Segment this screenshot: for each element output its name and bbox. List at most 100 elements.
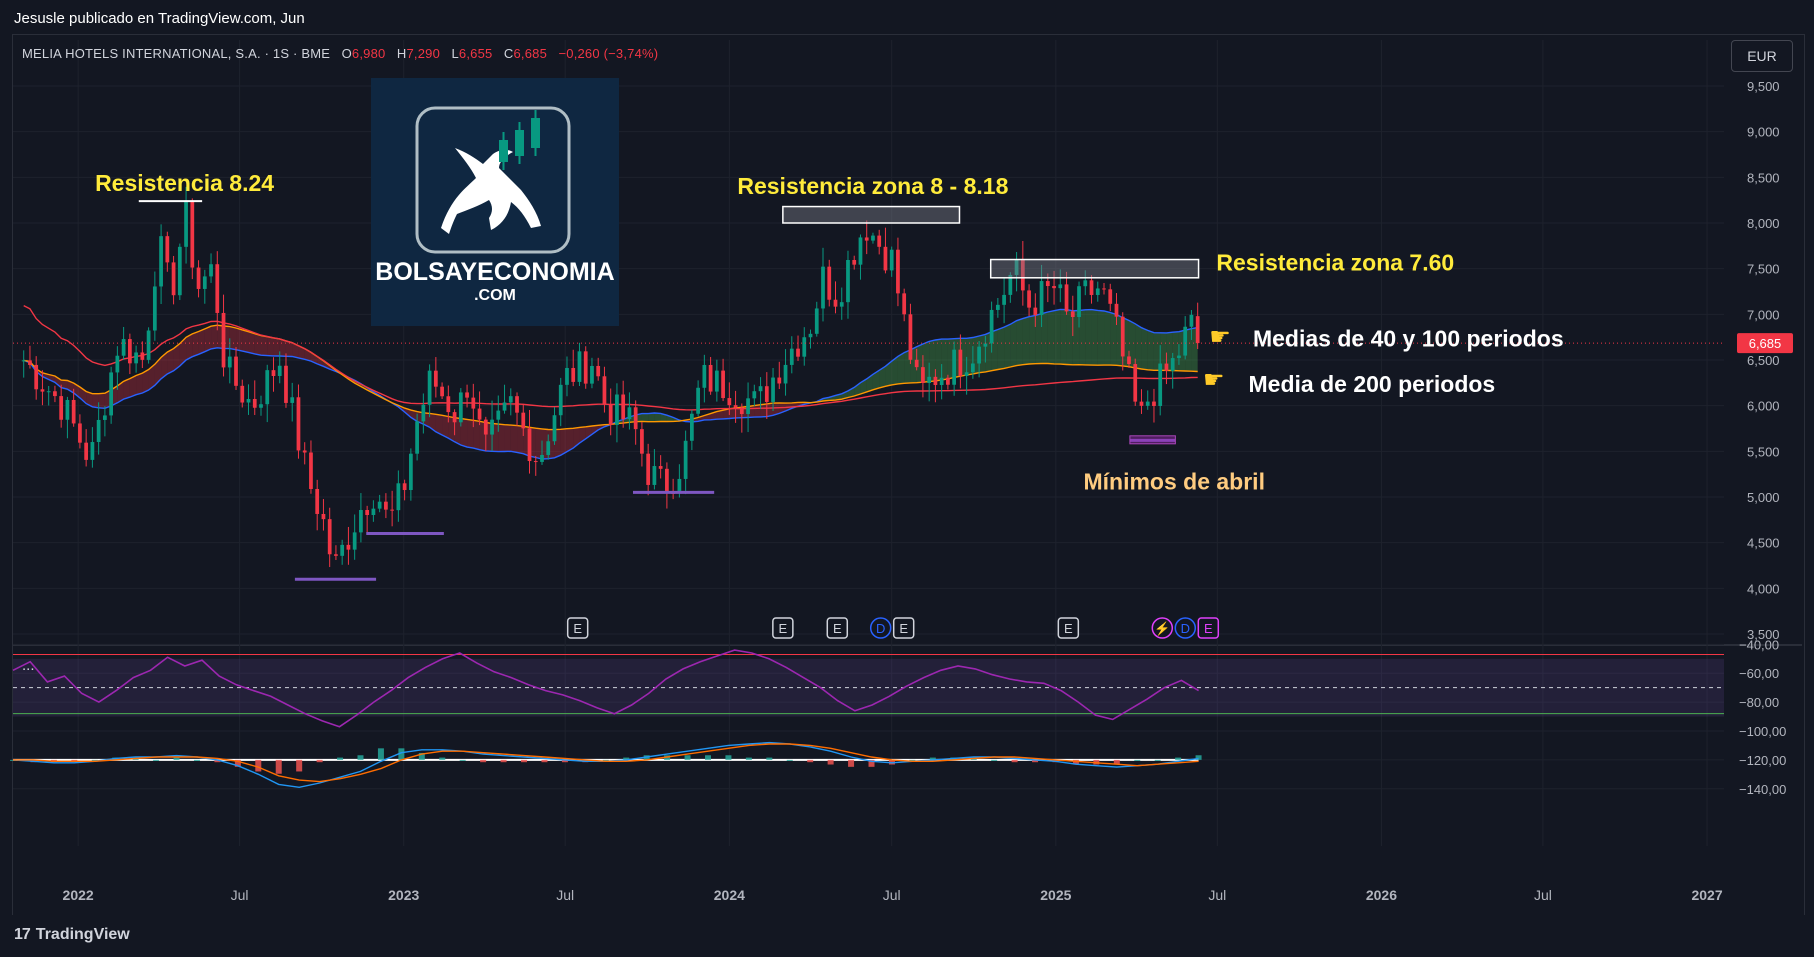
candle-body <box>177 246 182 296</box>
candle-body <box>1127 356 1131 365</box>
candle-body <box>252 398 257 408</box>
candle-body <box>646 453 651 485</box>
candle-body <box>396 483 401 511</box>
candle-body <box>1108 289 1113 304</box>
candle-body <box>196 267 201 289</box>
pointing-hand-icon: ☛ <box>1209 322 1231 350</box>
event-marker-label: E <box>899 621 908 636</box>
ma-fill-band <box>229 326 237 350</box>
ma-fill-band <box>273 337 280 356</box>
close-value: 6,685 <box>513 46 548 61</box>
candle-body <box>871 235 875 241</box>
candle-body <box>271 370 276 377</box>
macd-histogram-bar <box>377 748 384 760</box>
tradingview-brand[interactable]: 17 TradingView <box>14 926 130 944</box>
candle-body <box>708 364 713 392</box>
macd-histogram-bar <box>357 755 364 760</box>
ma-fill-band <box>1047 310 1055 364</box>
candle-body <box>334 554 338 556</box>
candle-body <box>321 513 326 520</box>
candle-body <box>346 544 351 550</box>
candle-body <box>1133 364 1138 402</box>
candle-body <box>540 454 544 462</box>
candle-body <box>415 421 419 454</box>
candle-body <box>615 394 619 425</box>
candle-body <box>59 396 64 420</box>
symbol-info[interactable]: MELIA HOTELS INTERNATIONAL, S.A. · 1S · … <box>22 46 330 61</box>
candle-body <box>983 343 988 347</box>
candle-body <box>1158 363 1163 406</box>
candle-body <box>721 370 725 399</box>
ma-fill-band <box>1041 311 1048 364</box>
candle-body <box>833 299 838 307</box>
event-marker-label: E <box>779 621 788 636</box>
ma-fill-band <box>98 393 105 409</box>
candle-body <box>202 276 207 289</box>
ma-fill-band <box>192 331 199 357</box>
ma-fill-band <box>729 407 736 419</box>
macd-histogram-bar <box>255 759 262 772</box>
candle-body <box>427 370 432 405</box>
macd-histogram-bar <box>337 757 344 760</box>
indicator-menu-button[interactable]: ... <box>22 657 35 674</box>
macd-histogram-bar <box>521 759 528 763</box>
candle-body <box>227 356 232 368</box>
ma-fill-band <box>1010 320 1017 368</box>
ma-fill-band <box>498 424 505 452</box>
candle-body <box>1083 280 1088 287</box>
currency-button[interactable]: EUR <box>1731 40 1793 72</box>
low-label: L <box>451 46 459 61</box>
ma-fill-band <box>198 328 205 355</box>
candle-body <box>1170 358 1175 371</box>
macd-histogram-bar <box>296 759 303 772</box>
candle-body <box>115 355 120 373</box>
footer-bar <box>0 915 1814 957</box>
time-tick-label: Jul <box>883 887 901 903</box>
candle-body <box>921 367 925 383</box>
ma-fill-band <box>1022 316 1030 365</box>
candle-body <box>265 370 270 405</box>
candle-body <box>714 370 719 392</box>
candle-body <box>433 370 438 387</box>
ma-fill-band <box>560 428 567 456</box>
candle-body <box>702 364 707 388</box>
price-tick-label: 9,500 <box>1747 79 1780 94</box>
candle-body <box>877 235 882 247</box>
ma-fill-band <box>997 327 1005 370</box>
ma-fill-band <box>460 418 468 448</box>
macd-histogram-bar <box>766 757 773 760</box>
candle-body <box>140 352 145 360</box>
macd-histogram-bar <box>459 759 466 761</box>
candle-body <box>902 293 907 315</box>
candle-body <box>508 396 513 403</box>
chart-svg[interactable]: 9,500 9,000 8,500 8,000 7,500 7,000 6,500 6,000… <box>0 0 1814 957</box>
candle-body <box>602 376 607 405</box>
candle-body <box>1039 281 1044 316</box>
candle-body <box>627 407 632 420</box>
logo-sub: .COM <box>474 287 516 304</box>
candle-body <box>421 404 426 422</box>
tradingview-brand-text: TradingView <box>35 926 130 943</box>
macd-histogram-bar <box>684 755 691 760</box>
candle-body <box>471 397 476 409</box>
ma-fill-band <box>279 338 286 357</box>
price-tick-label: 7,500 <box>1747 262 1780 277</box>
candle-body <box>134 352 138 364</box>
macd-histogram-bar <box>807 759 814 763</box>
ma-fill-band <box>1004 324 1011 369</box>
candle-body <box>970 363 975 373</box>
time-tick-label: 2025 <box>1040 887 1071 903</box>
candle-body <box>152 286 157 331</box>
candle-body <box>995 304 1000 310</box>
candle-body <box>159 236 163 287</box>
event-marker-label: E <box>833 621 842 636</box>
candle-body <box>221 312 226 368</box>
candle-body <box>490 419 494 435</box>
candle-body <box>896 249 900 294</box>
ma-fill-band <box>136 373 143 395</box>
macd-histogram-bar <box>173 757 180 760</box>
candle-body <box>296 397 301 451</box>
candle-body <box>883 246 888 271</box>
pointing-hand-icon: ☛ <box>1203 365 1225 393</box>
candle-body <box>658 466 663 469</box>
